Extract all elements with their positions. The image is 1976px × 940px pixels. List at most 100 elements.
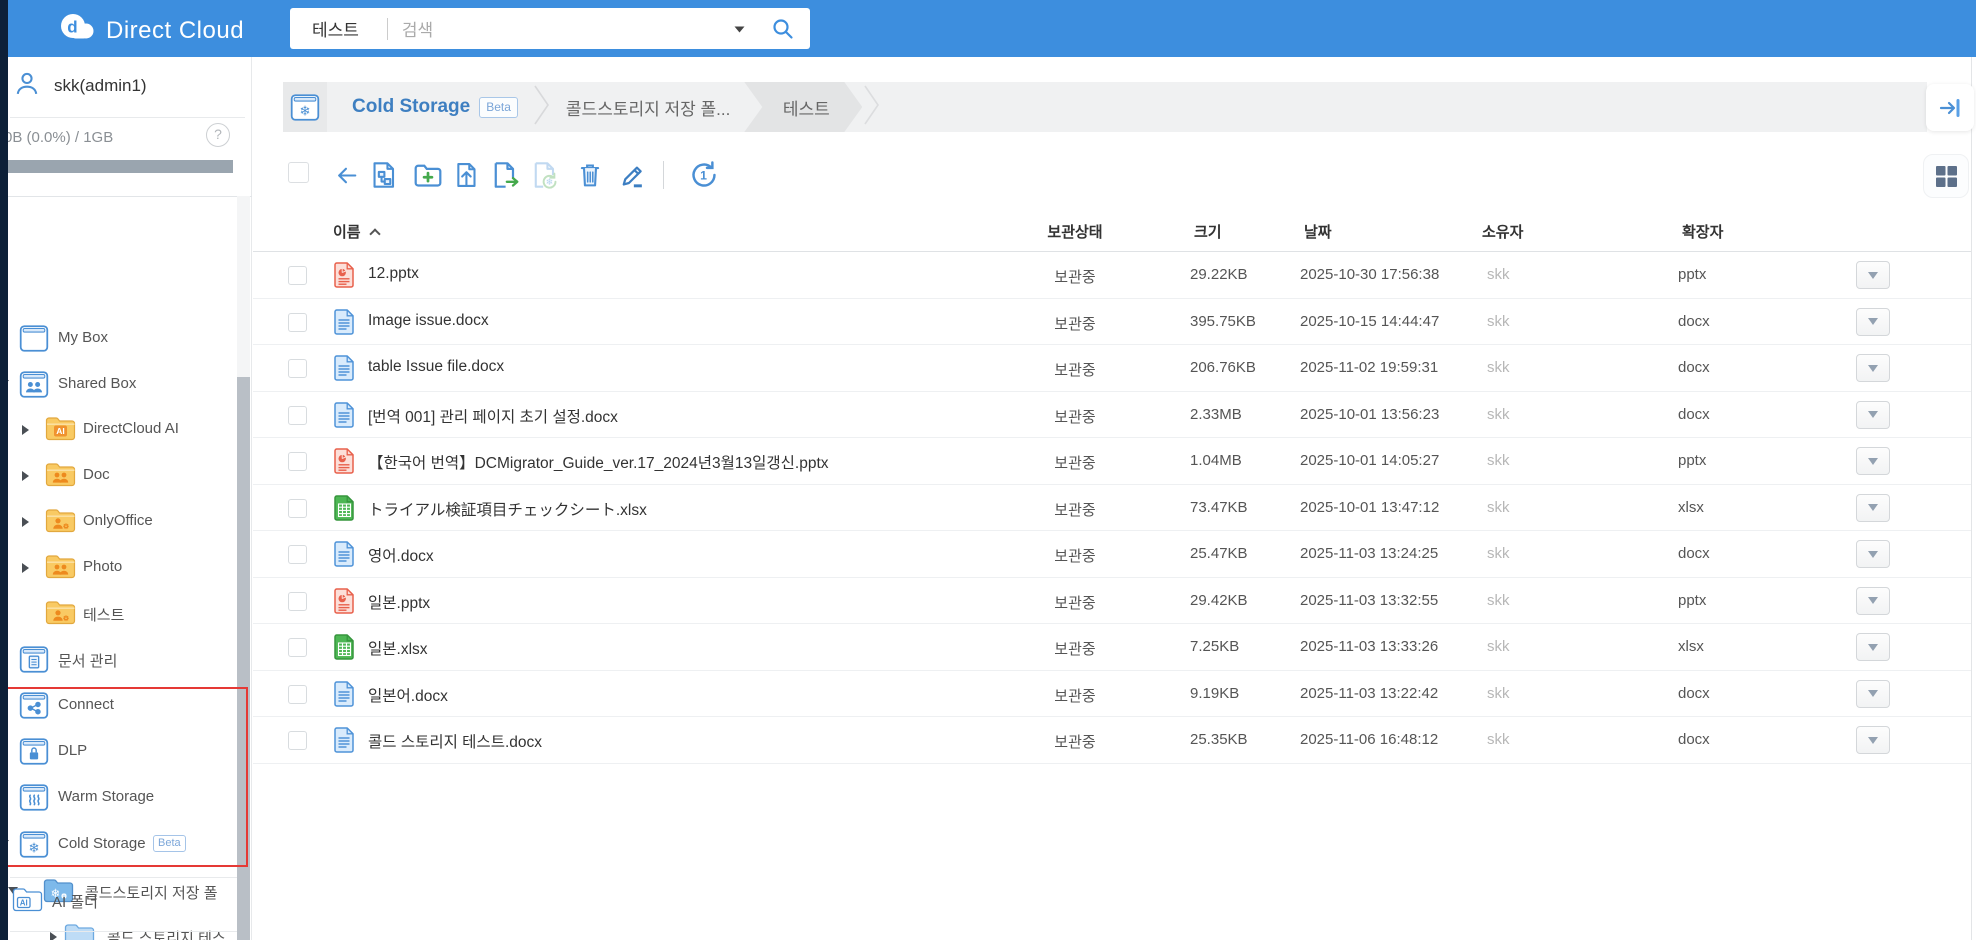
- tree-expand-right-icon[interactable]: [22, 425, 29, 435]
- delete-icon[interactable]: [573, 158, 607, 192]
- search-icon[interactable]: [771, 17, 794, 40]
- row-menu-button[interactable]: [1856, 540, 1890, 568]
- column-header-date[interactable]: 날짜: [1304, 221, 1332, 242]
- row-menu-button[interactable]: [1856, 586, 1890, 615]
- file-name[interactable]: 일본.pptx: [368, 591, 430, 613]
- file-name[interactable]: Image issue.docx: [368, 312, 489, 330]
- breadcrumb-current-folder[interactable]: 테스트: [744, 82, 862, 132]
- search-box[interactable]: 테스트 검색: [290, 8, 810, 49]
- search-dropdown-caret-icon[interactable]: [734, 20, 745, 38]
- file-row[interactable]: 12.pptx 보관중 29.22KB 2025-10-30 17:56:38 skk p…: [253, 252, 1971, 299]
- new-folder-icon[interactable]: [411, 158, 445, 192]
- sidebar-item-connect[interactable]: Connect: [0, 683, 237, 729]
- row-checkbox[interactable]: [288, 498, 307, 518]
- row-checkbox[interactable]: [288, 591, 307, 611]
- column-header-status[interactable]: 보관상태: [1015, 221, 1135, 242]
- collapse-panel-button[interactable]: [1926, 84, 1974, 131]
- row-menu-button[interactable]: [1856, 261, 1890, 289]
- file-name[interactable]: 【한국어 번역】DCMigrator_Guide_ver.17_2024년3월1…: [368, 451, 829, 473]
- sidebar-item-ai-folder[interactable]: AI AI 폴더: [0, 878, 237, 924]
- tree-expand-right-icon[interactable]: [50, 932, 57, 940]
- row-menu-button[interactable]: [1856, 354, 1890, 382]
- column-header-ext[interactable]: 확장자: [1682, 221, 1723, 242]
- row-checkbox[interactable]: [288, 545, 307, 564]
- row-menu-button[interactable]: [1856, 726, 1890, 754]
- sidebar-item-directcloud-ai[interactable]: AI DirectCloud AI: [0, 407, 237, 453]
- file-row[interactable]: 영어.docx 보관중 25.47KB 2025-11-03 13:24:25 skk d…: [253, 531, 1971, 578]
- help-icon[interactable]: ?: [206, 123, 230, 147]
- file-name[interactable]: [번역 001] 관리 페이지 초기 설정.docx: [368, 405, 618, 427]
- file-name[interactable]: 12.pptx: [368, 265, 419, 283]
- row-menu-button[interactable]: [1856, 679, 1890, 708]
- select-all-checkbox[interactable]: [288, 162, 309, 183]
- sidebar-scrollbar-thumb[interactable]: [237, 377, 250, 940]
- file-row[interactable]: Image issue.docx 보관중 395.75KB 2025-10-15 14…: [253, 299, 1971, 345]
- cold-archive-icon[interactable]: ❄: [528, 158, 562, 192]
- sidebar-item-shared-box[interactable]: Shared Box: [0, 362, 237, 408]
- row-menu-button[interactable]: [1856, 493, 1890, 522]
- sidebar-item-my-box[interactable]: My Box: [0, 316, 237, 362]
- file-name[interactable]: 일본.xlsx: [368, 637, 428, 659]
- file-size: 73.47KB: [1190, 498, 1248, 516]
- file-name[interactable]: 일본어.docx: [368, 684, 448, 706]
- file-status: 보관중: [1054, 362, 1096, 379]
- sidebar-item-테스트[interactable]: 테스트: [0, 591, 237, 637]
- refresh-once-icon[interactable]: 1: [687, 158, 721, 192]
- row-menu-button[interactable]: [1856, 400, 1890, 429]
- tree-expand-right-icon[interactable]: [22, 563, 29, 573]
- file-owner: skk: [1487, 452, 1510, 469]
- tree-expand-right-icon[interactable]: [22, 471, 29, 481]
- sidebar-item-cold-storage[interactable]: ❄ Cold Storage Beta: [0, 822, 237, 868]
- file-row[interactable]: table Issue file.docx 보관중 206.76KB 2025-11-…: [253, 345, 1971, 392]
- export-icon[interactable]: [488, 158, 522, 192]
- row-checkbox[interactable]: [288, 405, 307, 425]
- back-icon[interactable]: [330, 158, 364, 192]
- breadcrumb-root[interactable]: Cold Storage: [352, 96, 470, 118]
- sidebar-item-warm-storage[interactable]: Warm Storage: [0, 775, 237, 821]
- file-name[interactable]: table Issue file.docx: [368, 358, 504, 376]
- row-menu-button[interactable]: [1856, 307, 1890, 336]
- file-row[interactable]: 【한국어 번역】DCMigrator_Guide_ver.17_2024년3월1…: [253, 438, 1971, 485]
- file-name[interactable]: 영어.docx: [368, 544, 434, 566]
- file-row[interactable]: 일본.pptx 보관중 29.42KB 2025-11-03 13:32:55 skk p…: [253, 578, 1971, 624]
- file-row[interactable]: 일본어.docx 보관중 9.19KB 2025-11-03 13:22:42 skk d…: [253, 671, 1971, 717]
- file-row[interactable]: 콜드 스토리지 테스트.docx 보관중 25.35KB 2025-11-06 16:…: [253, 717, 1971, 764]
- row-checkbox[interactable]: [288, 452, 307, 471]
- file-size: 1.04MB: [1190, 452, 1242, 469]
- upload-icon[interactable]: [450, 158, 484, 192]
- sidebar-item-doc[interactable]: Doc: [0, 453, 237, 499]
- breadcrumb-parent-folder[interactable]: 콜드스토리지 저장 폴...: [566, 95, 730, 120]
- column-header-owner[interactable]: 소유자: [1482, 221, 1523, 242]
- file-row[interactable]: 일본.xlsx 보관중 7.25KB 2025-11-03 13:33:26 skk xl…: [253, 624, 1971, 671]
- row-checkbox[interactable]: [288, 359, 307, 378]
- divider: [10, 117, 245, 118]
- file-row[interactable]: [번역 001] 관리 페이지 초기 설정.docx 보관중 2.33MB 2025-…: [253, 392, 1971, 438]
- tree-expand-right-icon[interactable]: [22, 517, 29, 527]
- search-input[interactable]: 검색: [402, 16, 734, 41]
- sidebar-item-문서-관리[interactable]: 문서 관리: [0, 637, 237, 683]
- row-checkbox[interactable]: [288, 684, 307, 704]
- sidebar-item-photo[interactable]: Photo: [0, 545, 237, 591]
- grid-view-button[interactable]: [1923, 154, 1969, 198]
- search-scope-selector[interactable]: 테스트: [312, 16, 359, 41]
- file-row[interactable]: トライアル検証項目チェックシート.xlsx 보관중 73.47KB 2025-10-0…: [253, 485, 1971, 531]
- column-header-size[interactable]: 크기: [1194, 221, 1222, 242]
- row-checkbox[interactable]: [288, 266, 307, 285]
- column-header-name[interactable]: 이름: [333, 221, 381, 242]
- app-logo[interactable]: d Direct Cloud: [58, 10, 244, 51]
- row-checkbox[interactable]: [288, 312, 307, 332]
- row-menu-button[interactable]: [1856, 633, 1890, 661]
- user-profile[interactable]: skk(admin1): [14, 70, 147, 101]
- copy-structure-icon[interactable]: [368, 158, 402, 192]
- sidebar-item-dlp[interactable]: DLP: [0, 729, 237, 775]
- file-name[interactable]: 콜드 스토리지 테스트.docx: [368, 730, 542, 752]
- row-checkbox[interactable]: [288, 638, 307, 657]
- sidebar-item-onlyoffice[interactable]: OnlyOffice: [0, 499, 237, 545]
- caret-down-icon: [1868, 271, 1878, 279]
- file-name[interactable]: トライアル検証項目チェックシート.xlsx: [368, 498, 647, 520]
- tree-item-label: Doc: [83, 466, 110, 483]
- rename-icon[interactable]: [615, 158, 649, 192]
- row-checkbox[interactable]: [288, 731, 307, 750]
- row-menu-button[interactable]: [1856, 447, 1890, 475]
- tree-item-label: 문서 관리: [58, 653, 118, 670]
